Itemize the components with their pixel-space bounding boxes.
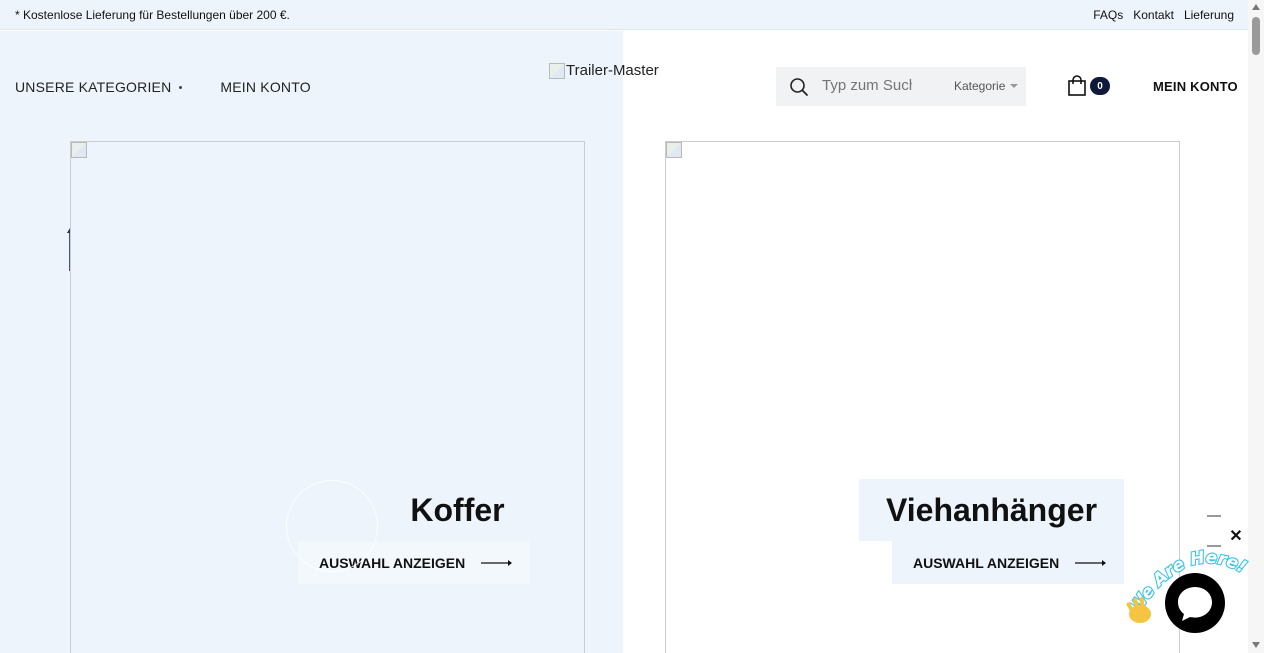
- free-delivery-notice: * Kostenlose Lieferung für Bestellungen …: [15, 8, 290, 22]
- scroll-down-icon[interactable]: [1252, 642, 1260, 648]
- show-selection-button[interactable]: AUSWAHL ANZEIGEN: [892, 541, 1124, 584]
- category-card-viehanhaenger[interactable]: Viehanhänger AUSWAHL ANZEIGEN: [665, 141, 1180, 653]
- minimize-icon: [1207, 515, 1221, 517]
- card-title: Viehanhänger: [859, 479, 1124, 541]
- category-select[interactable]: Kategorie: [954, 79, 1019, 93]
- chat-open-button[interactable]: [1165, 573, 1225, 633]
- top-links: FAQs Kontakt Lieferung: [1093, 8, 1234, 22]
- cart-count-badge: 0: [1090, 77, 1110, 95]
- broken-image-icon: [666, 142, 682, 158]
- contact-link[interactable]: Kontakt: [1133, 8, 1174, 22]
- logo-alt-text: Trailer-Master: [566, 62, 659, 79]
- category-select-label: Kategorie: [954, 79, 1006, 93]
- search-icon[interactable]: [789, 77, 809, 97]
- chevron-down-icon: [1010, 84, 1019, 88]
- broken-image-icon: [71, 142, 87, 158]
- show-selection-label: AUSWAHL ANZEIGEN: [913, 554, 1060, 571]
- broken-image-icon: [549, 62, 565, 79]
- top-bar: * Kostenlose Lieferung für Bestellungen …: [0, 0, 1248, 30]
- decorative-ring: [286, 480, 378, 572]
- shopping-bag-icon[interactable]: [1066, 75, 1088, 97]
- delivery-link[interactable]: Lieferung: [1184, 8, 1234, 22]
- account-button[interactable]: MEIN KONTO: [1153, 79, 1238, 94]
- chat-bubble-icon: [1178, 587, 1212, 621]
- search-input[interactable]: [822, 77, 912, 94]
- main-nav: UNSERE KATEGORIEN MEIN KONTO: [15, 79, 311, 95]
- arrow-right-icon: [481, 559, 513, 566]
- search-bar: Kategorie: [776, 67, 1026, 106]
- scroll-up-icon[interactable]: [1252, 4, 1260, 10]
- site-logo[interactable]: Trailer-Master: [549, 62, 659, 79]
- account-link[interactable]: MEIN KONTO: [220, 79, 310, 95]
- dropdown-dot-icon: [179, 85, 183, 89]
- faqs-link[interactable]: FAQs: [1093, 8, 1123, 22]
- card-title: Koffer: [385, 479, 530, 541]
- arrow-right-icon: [1075, 559, 1107, 566]
- scrollbar-thumb[interactable]: [1252, 17, 1260, 55]
- categories-menu[interactable]: UNSERE KATEGORIEN: [15, 79, 183, 95]
- categories-menu-label: UNSERE KATEGORIEN: [15, 79, 172, 95]
- category-card-koffer[interactable]: Koffer AUSWAHL ANZEIGEN: [70, 141, 585, 653]
